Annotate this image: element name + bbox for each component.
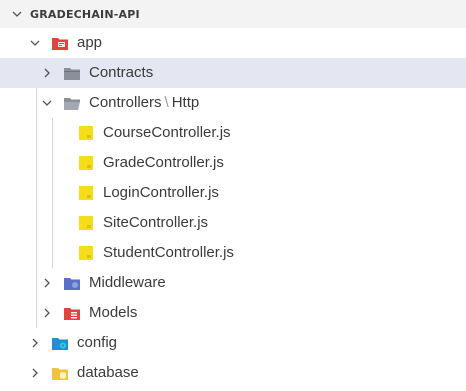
tree-item-label: config bbox=[77, 334, 118, 351]
js-file-icon bbox=[78, 186, 94, 200]
file-explorer: GRADECHAIN-API app Contracts Controllers… bbox=[0, 0, 466, 391]
chevron-right-icon[interactable] bbox=[28, 366, 42, 380]
js-file-icon bbox=[78, 126, 94, 140]
js-file-icon bbox=[78, 246, 94, 260]
folder-models-icon bbox=[64, 306, 80, 320]
path-separator: \ bbox=[164, 94, 169, 111]
file-tree: app Contracts Controllers \ Http CourseC… bbox=[0, 28, 466, 388]
folder-config-icon bbox=[52, 336, 68, 350]
chevron-right-icon[interactable] bbox=[40, 306, 54, 320]
folder-open-app-icon bbox=[52, 36, 68, 50]
tree-item-label: Contracts bbox=[89, 64, 154, 81]
folder-middleware-icon bbox=[64, 276, 80, 290]
chevron-right-icon[interactable] bbox=[28, 336, 42, 350]
folder-icon bbox=[64, 66, 80, 80]
tree-item-models[interactable]: Models bbox=[0, 298, 466, 328]
chevron-down-icon[interactable] bbox=[28, 36, 42, 50]
tree-item-file[interactable]: CourseController.js bbox=[0, 118, 466, 148]
tree-item-label: SiteController.js bbox=[103, 214, 209, 231]
tree-item-database[interactable]: database bbox=[0, 358, 466, 388]
js-file-icon bbox=[78, 156, 94, 170]
tree-item-middleware[interactable]: Middleware bbox=[0, 268, 466, 298]
folder-open-icon bbox=[64, 96, 80, 110]
chevron-down-icon[interactable] bbox=[40, 96, 54, 110]
tree-item-label: Middleware bbox=[89, 274, 166, 291]
tree-item-label: app bbox=[77, 34, 103, 51]
tree-item-label: LoginController.js bbox=[103, 184, 219, 201]
explorer-section-header[interactable]: GRADECHAIN-API bbox=[0, 0, 466, 28]
tree-item-label: GradeController.js bbox=[103, 154, 224, 171]
tree-item-app[interactable]: app bbox=[0, 28, 466, 58]
tree-item-label: Controllers bbox=[89, 94, 162, 111]
chevron-down-icon[interactable] bbox=[10, 7, 24, 21]
tree-item-sublabel: Http bbox=[171, 94, 200, 111]
tree-item-contracts[interactable]: Contracts bbox=[0, 58, 466, 88]
tree-item-file[interactable]: LoginController.js bbox=[0, 178, 466, 208]
folder-database-icon bbox=[52, 366, 68, 380]
tree-item-label: database bbox=[77, 364, 139, 381]
chevron-right-icon[interactable] bbox=[40, 66, 54, 80]
tree-item-file[interactable]: GradeController.js bbox=[0, 148, 466, 178]
tree-item-file[interactable]: StudentController.js bbox=[0, 238, 466, 268]
chevron-right-icon[interactable] bbox=[40, 276, 54, 290]
js-file-icon bbox=[78, 216, 94, 230]
tree-item-label: CourseController.js bbox=[103, 124, 231, 141]
section-title: GRADECHAIN-API bbox=[30, 7, 140, 21]
tree-item-label: StudentController.js bbox=[103, 244, 234, 261]
tree-item-label: Models bbox=[89, 304, 138, 321]
tree-item-label-group: Controllers \ Http bbox=[89, 88, 199, 118]
tree-item-controllers-http[interactable]: Controllers \ Http bbox=[0, 88, 466, 118]
tree-item-config[interactable]: config bbox=[0, 328, 466, 358]
tree-item-file[interactable]: SiteController.js bbox=[0, 208, 466, 238]
